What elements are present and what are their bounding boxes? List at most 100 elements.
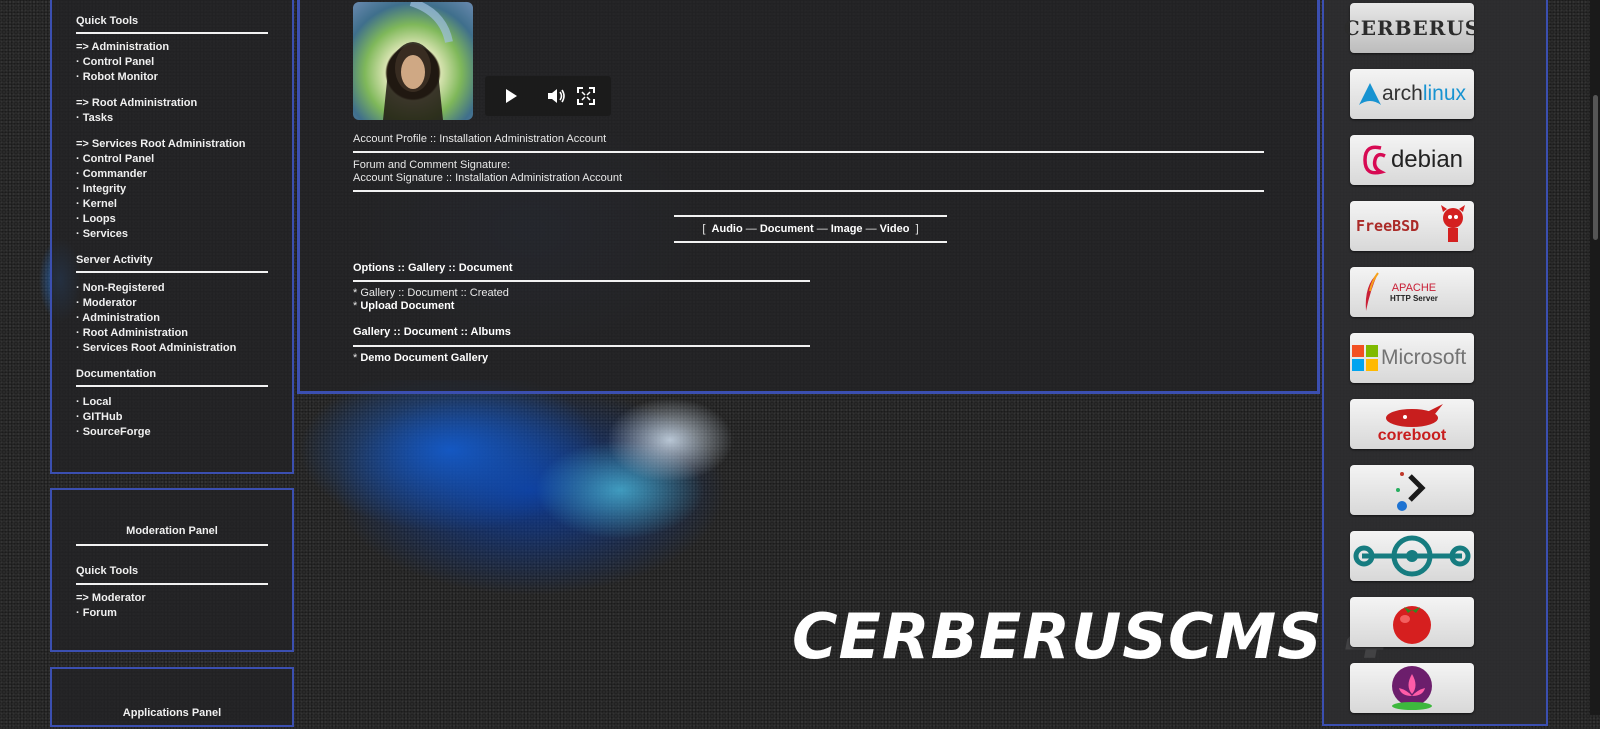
cerberus-logo[interactable]: CERBERUS bbox=[1344, 3, 1479, 53]
services-control-panel-link[interactable]: · Control Panel bbox=[76, 153, 154, 165]
background-art-shards bbox=[290, 380, 810, 600]
server-activity-title: Server Activity bbox=[76, 254, 153, 266]
albums-title: Gallery :: Document :: Albums bbox=[353, 326, 511, 338]
separator: — bbox=[816, 223, 828, 235]
play-icon[interactable] bbox=[503, 88, 519, 104]
coreboot-rabbit-icon bbox=[1386, 404, 1443, 427]
local-docs-link[interactable]: · Local bbox=[76, 396, 111, 408]
audio-link[interactable]: Audio bbox=[712, 223, 743, 235]
site-hero-title: CERBERUSCMS 4 bbox=[792, 600, 1390, 673]
loops-link[interactable]: · Loops bbox=[76, 213, 116, 225]
account-avatar bbox=[353, 2, 473, 120]
bracket-close: ] bbox=[915, 223, 919, 235]
lineage-icon bbox=[1353, 535, 1471, 577]
bullet: * bbox=[353, 300, 358, 312]
apache-text: APACHE bbox=[1391, 281, 1437, 294]
lineageos-logo[interactable] bbox=[1350, 531, 1474, 581]
arch-icon bbox=[1358, 83, 1381, 105]
robot-monitor-link[interactable]: · Robot Monitor bbox=[76, 71, 158, 83]
volume-icon[interactable] bbox=[547, 88, 567, 104]
apache-feather-icon bbox=[1365, 272, 1379, 311]
moderator-header-link[interactable]: => Moderator bbox=[76, 592, 146, 604]
lotus-icon bbox=[1392, 666, 1432, 710]
upload-document-link[interactable]: Upload Document bbox=[360, 300, 454, 312]
http-server-text: HTTP Server bbox=[1390, 293, 1438, 303]
divider bbox=[76, 271, 268, 273]
divider bbox=[674, 241, 947, 243]
moderation-panel: Moderation Panel Quick Tools => Moderato… bbox=[50, 488, 294, 652]
options-title: Options :: Gallery :: Document bbox=[353, 262, 513, 274]
divider bbox=[353, 151, 1264, 153]
freebsd-text: FreeBSD bbox=[1356, 217, 1420, 235]
moderation-panel-title: Moderation Panel bbox=[126, 525, 218, 537]
document-link[interactable]: Document bbox=[760, 223, 814, 235]
admin-control-panel-link[interactable]: · Control Panel bbox=[76, 56, 154, 68]
tasks-link[interactable]: · Tasks bbox=[76, 112, 113, 124]
dots-arrow-icon bbox=[1396, 472, 1426, 511]
divider bbox=[353, 345, 810, 347]
signature-label: Forum and Comment Signature: bbox=[353, 159, 511, 171]
arch-text: arch bbox=[1381, 82, 1423, 105]
image-link[interactable]: Image bbox=[831, 223, 863, 235]
applications-panel: Applications Panel bbox=[50, 667, 294, 727]
kernel-link[interactable]: · Kernel bbox=[76, 198, 117, 210]
separator: — bbox=[745, 223, 757, 235]
services-root-header-link[interactable]: => Services Root Administration bbox=[76, 138, 246, 150]
video-link[interactable]: Video bbox=[880, 223, 910, 235]
quick-tools-panel: Quick Tools => Administration · Control … bbox=[50, 0, 294, 474]
root-administration-activity-link[interactable]: · Root Administration bbox=[76, 327, 188, 339]
tomato-logo[interactable] bbox=[1350, 597, 1474, 647]
quick-tools-title: Quick Tools bbox=[76, 15, 139, 27]
services-root-activity-link[interactable]: · Services Root Administration bbox=[76, 342, 236, 354]
upload-document-row: * Upload Document bbox=[353, 300, 454, 312]
divider bbox=[353, 190, 1264, 192]
sourceforge-link[interactable]: · SourceForge bbox=[76, 426, 151, 438]
cerberus-logo-text: CERBERUS bbox=[1343, 16, 1481, 40]
bracket-open: [ bbox=[702, 223, 706, 235]
github-link[interactable]: · GITHub bbox=[76, 411, 122, 423]
media-type-nav: [ Audio — Document — Image — Video ] bbox=[674, 223, 947, 235]
gallery-created-text: * Gallery :: Document :: Created bbox=[353, 287, 509, 299]
non-registered-link[interactable]: · Non-Registered bbox=[76, 282, 165, 294]
microsoft-windows-icon bbox=[1352, 345, 1378, 371]
divider bbox=[76, 32, 268, 34]
moderator-activity-link[interactable]: · Moderator bbox=[76, 297, 137, 309]
linuxboot-logo[interactable] bbox=[1350, 465, 1474, 515]
fullscreen-icon[interactable] bbox=[577, 87, 595, 105]
integrity-link[interactable]: · Integrity bbox=[76, 183, 126, 195]
apache-logo[interactable]: APACHE HTTP Server bbox=[1350, 267, 1474, 317]
microsoft-logo[interactable]: Microsoft bbox=[1350, 333, 1474, 383]
services-link[interactable]: · Services bbox=[76, 228, 128, 240]
divider bbox=[76, 385, 268, 387]
administration-activity-link[interactable]: · Administration bbox=[76, 312, 160, 324]
tomato-icon bbox=[1393, 606, 1431, 644]
signature-value: Account Signature :: Installation Admini… bbox=[353, 172, 623, 184]
separator: — bbox=[865, 223, 877, 235]
archlinux-logo[interactable]: arch linux bbox=[1350, 69, 1474, 119]
applications-panel-title: Applications Panel bbox=[122, 707, 222, 719]
demo-document-gallery-link[interactable]: Demo Document Gallery bbox=[360, 352, 488, 364]
account-profile-line: Account Profile :: Installation Administ… bbox=[353, 133, 607, 145]
root-admin-header-link[interactable]: => Root Administration bbox=[76, 97, 197, 109]
debian-text: debian bbox=[1390, 146, 1464, 173]
divider bbox=[674, 215, 947, 217]
scrollbar-thumb[interactable] bbox=[1593, 95, 1598, 240]
coreboot-logo[interactable]: coreboot bbox=[1350, 399, 1474, 449]
lotus-logo[interactable] bbox=[1350, 663, 1474, 713]
admin-header-link[interactable]: => Administration bbox=[76, 41, 169, 53]
commander-link[interactable]: · Commander bbox=[76, 168, 147, 180]
debian-swirl-icon bbox=[1363, 145, 1386, 175]
divider bbox=[76, 583, 268, 585]
account-content-panel: Account Profile :: Installation Administ… bbox=[297, 0, 1320, 394]
freebsd-logo[interactable]: FreeBSD bbox=[1350, 201, 1474, 251]
debian-logo[interactable]: debian bbox=[1350, 135, 1474, 185]
linux-text: linux bbox=[1422, 82, 1467, 105]
coreboot-text: coreboot bbox=[1377, 427, 1447, 444]
divider bbox=[353, 280, 810, 282]
microsoft-text: Microsoft bbox=[1381, 346, 1467, 369]
beastie-icon bbox=[1441, 205, 1465, 242]
page-scrollbar[interactable] bbox=[1590, 0, 1600, 715]
moderation-quick-tools-title: Quick Tools bbox=[76, 565, 139, 577]
divider bbox=[76, 544, 268, 546]
forum-link[interactable]: · Forum bbox=[76, 607, 117, 619]
